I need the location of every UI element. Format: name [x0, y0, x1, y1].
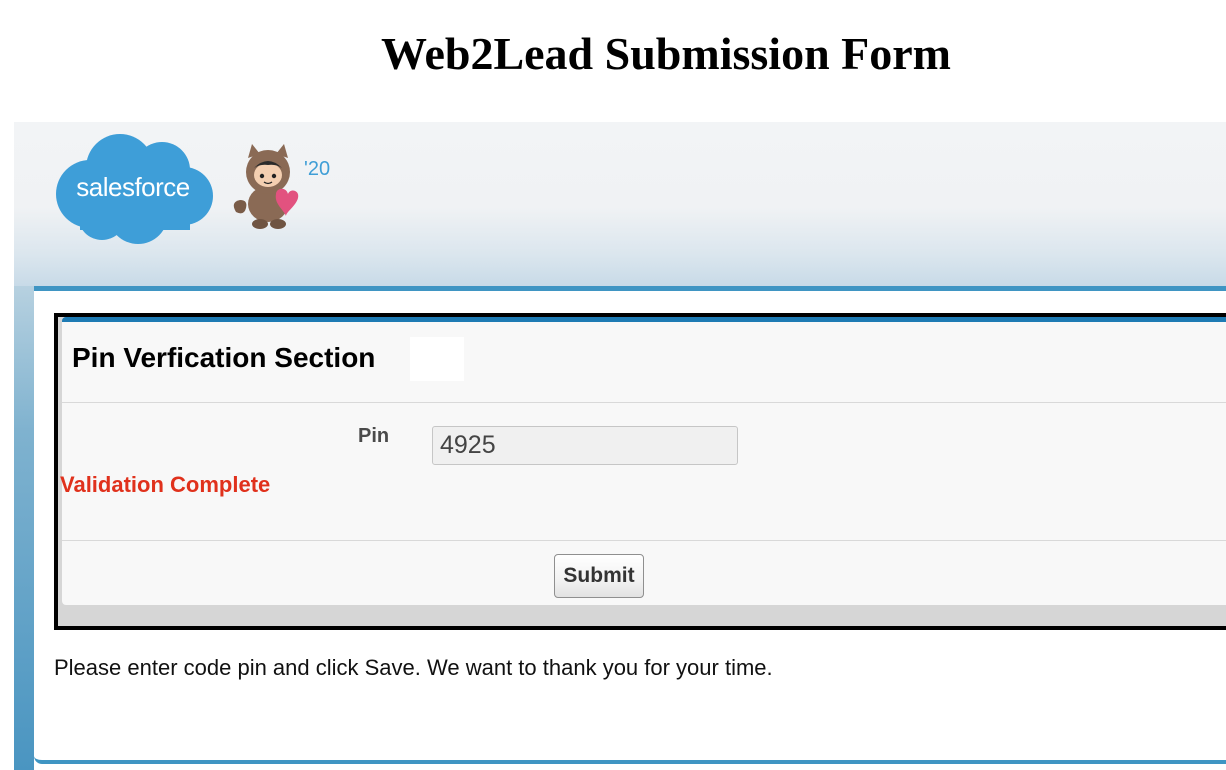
page-title: Web2Lead Submission Form	[381, 28, 951, 79]
validation-message: Validation Complete	[60, 472, 271, 497]
release-badge: '20	[304, 158, 331, 180]
pin-verification-panel: Pin Verfication Section Pin Validation C…	[60, 317, 1226, 605]
title-pad	[410, 337, 464, 381]
pin-form: Pin Verfication Section Pin Validation C…	[54, 313, 1226, 630]
side-rail	[14, 286, 34, 770]
logo-text: salesforce	[76, 172, 190, 202]
pin-input[interactable]	[432, 426, 738, 465]
submit-button[interactable]: Submit	[554, 554, 644, 598]
astro-mascot-icon	[230, 142, 306, 232]
salesforce-logo: salesforce	[50, 128, 216, 246]
salesforce-header: salesforce '20	[14, 122, 1226, 292]
divider	[62, 540, 1226, 541]
section-title: Pin Verfication Section	[72, 342, 376, 373]
pin-label: Pin	[358, 425, 390, 447]
divider	[62, 402, 1226, 403]
instructions-text: Please enter code pin and click Save. We…	[54, 655, 773, 680]
